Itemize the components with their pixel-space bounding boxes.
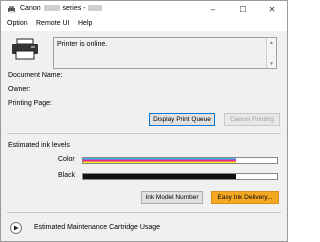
document-name-label: Document Name: [8, 72, 63, 79]
printer-status-window: Canon series - – ☐ ✕ Option Remote UI He… [0, 0, 288, 242]
menu-help[interactable]: Help [78, 20, 92, 27]
color-ink-label: Color [58, 156, 75, 163]
expand-maintenance-button[interactable] [10, 222, 22, 234]
window-title: Canon series - [20, 5, 103, 12]
ink-model-number-button[interactable]: Ink Model Number [141, 191, 203, 204]
status-message-box: Printer is online. ▲ ▼ [53, 37, 277, 69]
play-icon [14, 225, 19, 231]
scroll-up-icon[interactable]: ▲ [267, 38, 276, 47]
title-bar: Canon series - – ☐ ✕ [1, 1, 287, 18]
minimize-button[interactable]: – [198, 1, 228, 18]
color-ink-fill [83, 158, 237, 163]
status-text: Printer is online. [57, 41, 108, 48]
display-print-queue-button[interactable]: Display Print Queue [149, 113, 215, 126]
redacted-port [88, 5, 103, 11]
status-scrollbar[interactable]: ▲ ▼ [266, 38, 276, 68]
color-ink-bar [82, 157, 278, 164]
black-ink-fill [83, 174, 237, 179]
title-prefix: Canon [20, 5, 41, 12]
title-middle: series - [62, 5, 86, 12]
ink-section-title: Estimated ink levels [8, 142, 70, 149]
maximize-button[interactable]: ☐ [228, 1, 258, 18]
maintenance-cartridge-label: Estimated Maintenance Cartridge Usage [34, 224, 161, 231]
separator [7, 212, 281, 213]
printing-page-label: Printing Page: [8, 100, 52, 107]
separator [7, 133, 281, 134]
easy-ink-delivery-button[interactable]: Easy Ink Delivery... [211, 191, 279, 204]
redacted-model [43, 5, 60, 11]
menu-remote-ui[interactable]: Remote UI [36, 20, 69, 27]
black-ink-label: Black [58, 172, 76, 179]
black-ink-bar [82, 173, 278, 180]
owner-label: Owner: [8, 86, 31, 93]
main-panel: Printer is online. ▲ ▼ Document Name: Ow… [1, 31, 287, 241]
close-button[interactable]: ✕ [257, 1, 287, 18]
menu-bar: Option Remote UI Help [1, 18, 287, 31]
scroll-down-icon[interactable]: ▼ [267, 59, 276, 68]
menu-option[interactable]: Option [7, 20, 28, 27]
printer-icon [12, 38, 38, 60]
printer-app-icon [8, 6, 15, 13]
cancel-printing-button[interactable]: Cancel Printing [224, 113, 280, 126]
